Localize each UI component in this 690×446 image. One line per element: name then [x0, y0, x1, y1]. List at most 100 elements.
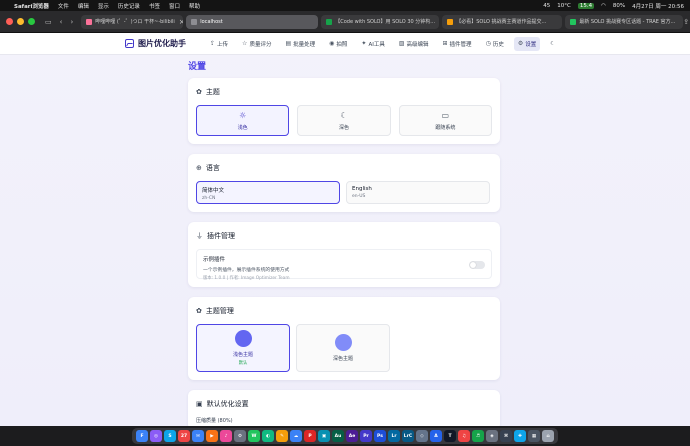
- nav-item[interactable]: ◉ 拍照: [325, 37, 351, 51]
- status-badge[interactable]: 15.4: [577, 2, 595, 9]
- theme-manager-card: ✿ 主题管理 浅色主题 默认 深色主题: [188, 297, 500, 380]
- dock-app-icon[interactable]: ▦: [528, 430, 540, 442]
- theme-title: 主题: [205, 88, 220, 96]
- browser-tab[interactable]: 【Code with SOLO】用 SOLO 30 分钟构...: [321, 14, 440, 29]
- dark-mode-toggle-icon[interactable]: ☾: [546, 38, 559, 50]
- wifi-icon[interactable]: ◠: [601, 3, 606, 9]
- theme-preset-name: 浅色主题: [232, 352, 253, 358]
- gear-icon: ⚙: [517, 40, 524, 47]
- palette-icon: ✿: [196, 307, 202, 315]
- zoom-window-button[interactable]: [28, 18, 35, 25]
- menu-view[interactable]: 显示: [98, 2, 109, 10]
- tab-favicon-icon: [326, 18, 333, 25]
- theme-option[interactable]: ☼ 浅色: [196, 105, 290, 136]
- defaults-title: 默认优化设置: [206, 400, 249, 408]
- menu-app-name[interactable]: Safari浏览器: [14, 2, 49, 10]
- back-icon[interactable]: ‹: [60, 18, 63, 26]
- dock-app-icon[interactable]: Pr: [360, 430, 372, 442]
- nav-item[interactable]: ⇪ 上传: [206, 37, 232, 51]
- browser-tab[interactable]: 【必看】SOLO 挑战赛主赛道作品提交...: [442, 14, 563, 29]
- language-name: English: [352, 186, 372, 192]
- dock-app-icon[interactable]: ⌂: [542, 430, 554, 442]
- menu-help[interactable]: 帮助: [189, 2, 200, 10]
- dock-app-icon[interactable]: ▣: [318, 430, 330, 442]
- brand-title: 图片优化助手: [138, 39, 186, 48]
- dock-app-icon[interactable]: ✚: [514, 430, 526, 442]
- nav-item[interactable]: ⚙ 设置: [513, 36, 541, 51]
- browser-tab[interactable]: 哔哩哔哩 (゜-゜)つロ 干杯~-bilibili ×: [81, 14, 184, 29]
- share-icon[interactable]: ⇪: [683, 18, 689, 26]
- nav-item[interactable]: ◷ 历史: [482, 37, 508, 51]
- nav-label: AI工具: [368, 41, 385, 48]
- tab-favicon-icon: [191, 18, 198, 25]
- nav-items: ⇪ 上传 ☆ 质量评分 ▤ 批量处理 ◉ 拍照 ✦ AI工具 ▨ 高级编辑 ⊞ 插件管理 ◷ 历史 ⚙ 设置: [206, 36, 546, 51]
- dock-app-icon[interactable]: ⌘: [500, 430, 512, 442]
- dock-app-icon[interactable]: S: [164, 430, 176, 442]
- dock-app-icon[interactable]: W: [248, 430, 260, 442]
- tab-title: 【Code with SOLO】用 SOLO 30 分钟构...: [335, 19, 436, 25]
- dock-app-icon[interactable]: ◐: [262, 430, 274, 442]
- app-brand[interactable]: 图片优化助手: [125, 38, 186, 49]
- plugin-meta: 版本: 1.0.0 | 作者: Image Optimizer Team: [203, 276, 290, 281]
- theme-option[interactable]: ☾ 深色: [297, 105, 391, 136]
- nav-item[interactable]: ▤ 批量处理: [281, 37, 319, 51]
- dock-app-icon[interactable]: T: [444, 430, 456, 442]
- nav-item[interactable]: ☆ 质量评分: [238, 37, 275, 51]
- dock-app-icon[interactable]: ◇: [416, 430, 428, 442]
- dock-app-icon[interactable]: ◎: [150, 430, 162, 442]
- clock-text[interactable]: 4月27日 周一 20:56: [632, 2, 684, 10]
- forward-icon[interactable]: ›: [70, 18, 73, 26]
- language-option[interactable]: 简体中文 zh-CN: [196, 181, 340, 204]
- theme-card: ✿ 主题 ☼ 浅色 ☾ 深色 ▭ 跟随系统: [188, 78, 500, 144]
- minimize-window-button[interactable]: [17, 18, 24, 25]
- dock-app-icon[interactable]: ♬: [472, 430, 484, 442]
- dock-app-icon[interactable]: ♫: [458, 430, 470, 442]
- dock-app-icon[interactable]: A: [430, 430, 442, 442]
- dock-app-icon[interactable]: 27: [178, 430, 190, 442]
- tab-close-icon[interactable]: ×: [179, 18, 183, 26]
- dock-apps: F ◎ S 27 ✉ ▶ ♪ ⚙ W ◐ ✎ ☁ P ▣ Au Ae Pr Ps Lr LrC ◇ A T ♫ ♬ ◈ ⌘ ✚ ▦ ⌂: [132, 428, 558, 444]
- plugin-enable-toggle[interactable]: [469, 261, 485, 269]
- nav-item[interactable]: ⊞ 插件管理: [439, 37, 476, 51]
- dock-app-icon[interactable]: ☁: [290, 430, 302, 442]
- language-option[interactable]: English en-US: [346, 181, 490, 204]
- theme-options: ☼ 浅色 ☾ 深色 ▭ 跟随系统: [196, 105, 492, 136]
- tab-title: 最新 SOLO 挑战赛专区话题 - TRAE 官方...: [579, 19, 676, 25]
- theme-option-label: 浅色: [237, 124, 248, 131]
- menu-history[interactable]: 历史记录: [118, 2, 140, 10]
- battery-percent[interactable]: 80%: [613, 3, 625, 9]
- status-count[interactable]: 45: [543, 3, 550, 9]
- menu-edit[interactable]: 编辑: [78, 2, 89, 10]
- dock-app-icon[interactable]: ✎: [276, 430, 288, 442]
- browser-tab[interactable]: localhost: [186, 14, 319, 29]
- menu-window[interactable]: 窗口: [169, 2, 180, 10]
- dock-app-icon[interactable]: Ps: [374, 430, 386, 442]
- dock-app-icon[interactable]: LrC: [402, 430, 414, 442]
- dock-app-icon[interactable]: ✉: [192, 430, 204, 442]
- close-window-button[interactable]: [6, 18, 13, 25]
- nav-item[interactable]: ▨ 高级编辑: [395, 37, 433, 51]
- dock-app-icon[interactable]: ♪: [220, 430, 232, 442]
- theme-preset[interactable]: 深色主题: [296, 324, 390, 372]
- browser-tab[interactable]: 最新 SOLO 挑战赛专区话题 - TRAE 官方...: [565, 14, 684, 29]
- tab-title: localhost: [200, 18, 223, 25]
- theme-preset[interactable]: 浅色主题 默认: [196, 324, 290, 372]
- dock-app-icon[interactable]: Au: [332, 430, 344, 442]
- tab-favicon-icon: [447, 18, 454, 25]
- dock-app-icon[interactable]: ⚙: [234, 430, 246, 442]
- dock-app-icon[interactable]: P: [304, 430, 316, 442]
- theme-option[interactable]: ▭ 跟随系统: [398, 105, 492, 136]
- camera-icon: ◉: [329, 40, 335, 47]
- dock-app-icon[interactable]: Lr: [388, 430, 400, 442]
- sidebar-toggle-icon[interactable]: ▭: [45, 18, 52, 26]
- language-card: ⊕ 语言 简体中文 zh-CN English en-US: [188, 154, 500, 212]
- dock-app-icon[interactable]: Ae: [346, 430, 358, 442]
- menu-bookmarks[interactable]: 书签: [149, 2, 160, 10]
- dock-app-icon[interactable]: ◈: [486, 430, 498, 442]
- nav-item[interactable]: ✦ AI工具: [357, 37, 388, 51]
- dock-app-icon[interactable]: F: [136, 430, 148, 442]
- weather-temp[interactable]: 10°C: [557, 3, 571, 9]
- menu-file[interactable]: 文件: [58, 2, 69, 10]
- dock-app-icon[interactable]: ▶: [206, 430, 218, 442]
- clock-icon: ◷: [485, 40, 491, 47]
